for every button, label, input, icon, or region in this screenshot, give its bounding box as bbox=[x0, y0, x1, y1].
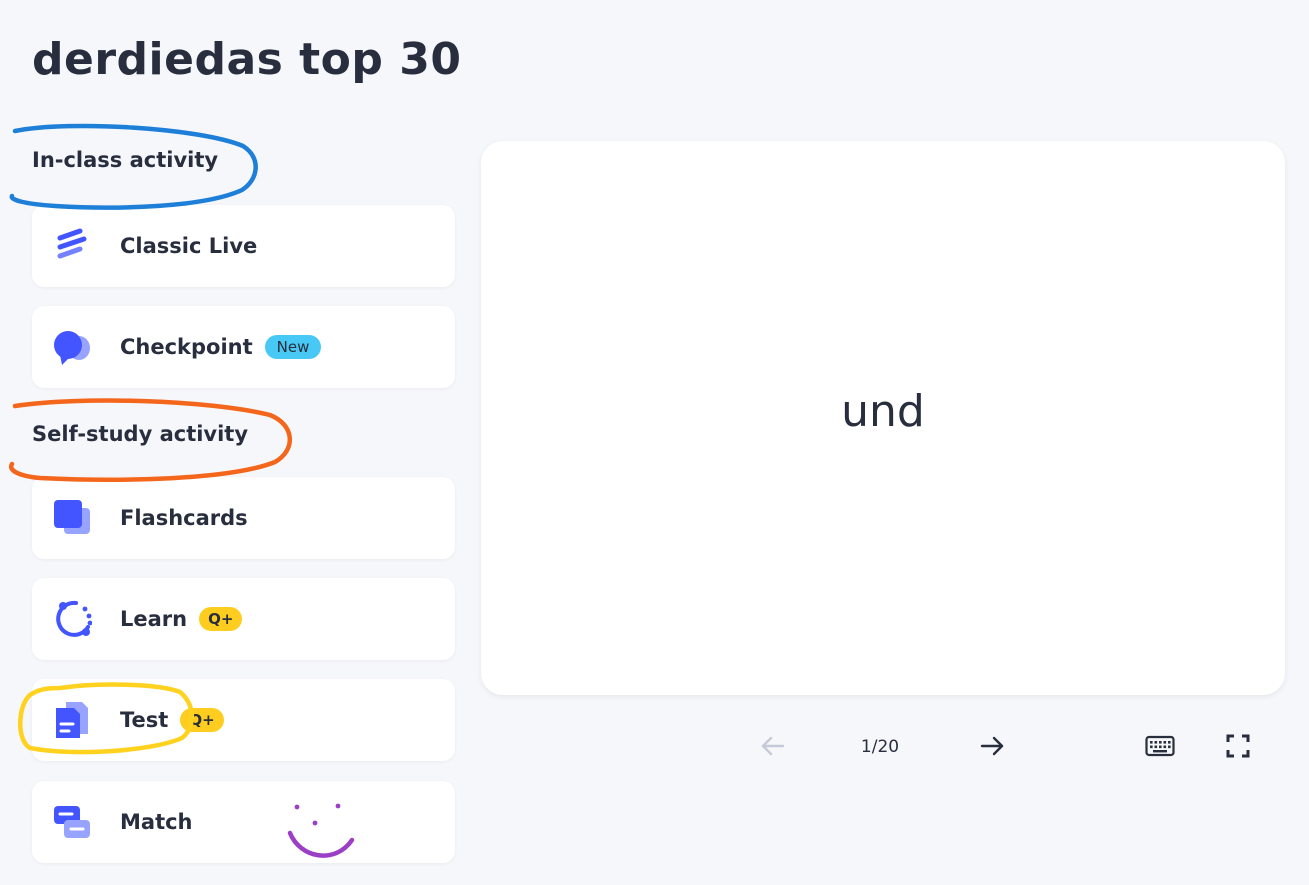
test-label: Test bbox=[120, 708, 169, 732]
checkpoint-label: Checkpoint bbox=[120, 335, 253, 359]
flashcards-label: Flashcards bbox=[120, 506, 248, 530]
match-label: Match bbox=[120, 810, 193, 834]
keyboard-icon bbox=[1145, 735, 1175, 757]
classic-live-button[interactable]: Classic Live bbox=[32, 205, 455, 287]
section-label-in-class: In-class activity bbox=[32, 148, 219, 172]
test-icon bbox=[52, 700, 92, 740]
learn-button[interactable]: Learn Q+ bbox=[32, 578, 455, 660]
quizlet-plus-badge: Q+ bbox=[180, 708, 224, 732]
keyboard-shortcuts-button[interactable] bbox=[1142, 728, 1178, 764]
previous-button[interactable] bbox=[755, 728, 791, 764]
flashcards-icon bbox=[52, 498, 92, 538]
checkpoint-icon bbox=[52, 327, 92, 367]
match-icon bbox=[52, 802, 92, 842]
new-badge: New bbox=[264, 335, 322, 359]
set-title: derdiedas top 30 bbox=[32, 34, 462, 85]
fullscreen-icon bbox=[1226, 734, 1250, 758]
next-button[interactable] bbox=[974, 728, 1010, 764]
flashcard[interactable]: und bbox=[481, 141, 1285, 695]
arrow-right-icon bbox=[980, 736, 1004, 756]
flashcards-button[interactable]: Flashcards bbox=[32, 477, 455, 559]
arrow-left-icon bbox=[761, 736, 785, 756]
classic-live-label: Classic Live bbox=[120, 234, 258, 258]
section-label-self-study: Self-study activity bbox=[32, 422, 249, 446]
fullscreen-button[interactable] bbox=[1220, 728, 1256, 764]
learn-label: Learn bbox=[120, 607, 188, 631]
match-button[interactable]: Match bbox=[32, 781, 455, 863]
flashcard-term: und bbox=[841, 385, 925, 437]
checkpoint-button[interactable]: Checkpoint New bbox=[32, 306, 455, 388]
card-counter: 1/20 bbox=[860, 737, 900, 757]
learn-icon bbox=[52, 599, 92, 639]
test-button[interactable]: Test Q+ bbox=[32, 679, 455, 761]
quizlet-plus-badge: Q+ bbox=[199, 607, 243, 631]
classic-live-icon bbox=[52, 226, 92, 266]
